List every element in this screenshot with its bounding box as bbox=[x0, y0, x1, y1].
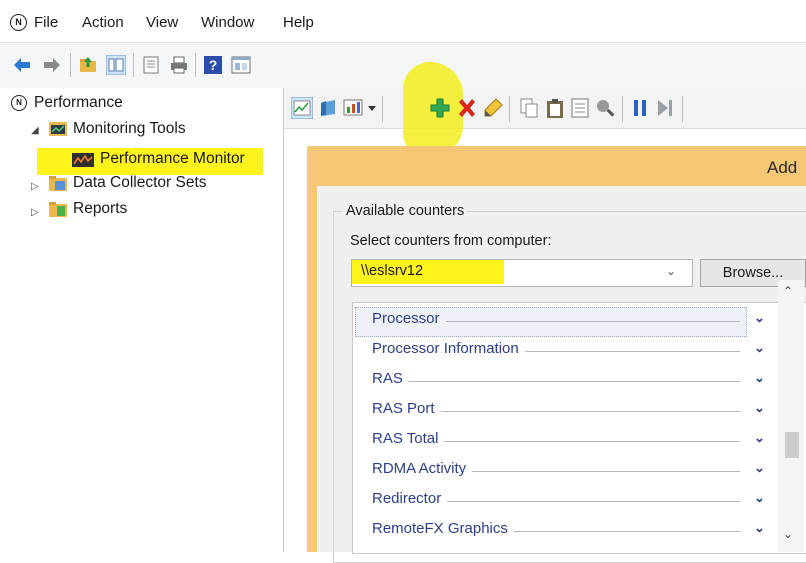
scroll-up-icon[interactable]: ⌃ bbox=[783, 284, 793, 298]
chevron-down-icon[interactable]: ⌄ bbox=[754, 490, 765, 506]
list-item[interactable]: RAS ⌄ bbox=[372, 370, 765, 394]
tree-item-performance-monitor[interactable]: Performance Monitor bbox=[100, 150, 245, 168]
freeze-display-icon[interactable] bbox=[317, 97, 339, 119]
chevron-down-icon[interactable]: ⌄ bbox=[754, 460, 765, 476]
reports-icon bbox=[49, 202, 67, 217]
list-item[interactable]: RemoteFX Graphics ⌄ bbox=[372, 520, 765, 544]
available-counters-label: Available counters bbox=[343, 203, 468, 219]
menu-action[interactable]: Action bbox=[82, 14, 124, 31]
menu-help[interactable]: Help bbox=[283, 14, 314, 31]
chevron-down-icon[interactable]: ⌄ bbox=[754, 430, 765, 446]
counter-name: RAS Total bbox=[372, 430, 445, 447]
menu-bar: N File Action View Window Help bbox=[0, 0, 806, 42]
toolbar-separator bbox=[195, 53, 196, 77]
monitoring-tools-icon bbox=[49, 122, 67, 136]
chevron-down-icon[interactable]: ⌄ bbox=[754, 340, 765, 356]
list-scrollbar[interactable] bbox=[778, 280, 804, 552]
chevron-down-icon[interactable]: ⌄ bbox=[754, 400, 765, 416]
menu-view[interactable]: View bbox=[146, 14, 178, 31]
toolbar-separator bbox=[622, 96, 623, 122]
delete-counter-icon[interactable] bbox=[456, 97, 478, 119]
tree-item-reports[interactable]: Reports bbox=[73, 200, 127, 218]
show-hide-tree-icon[interactable] bbox=[106, 55, 126, 75]
properties-icon[interactable] bbox=[569, 97, 591, 119]
help-icon[interactable]: ? bbox=[203, 55, 223, 75]
dropdown-arrow-icon[interactable] bbox=[366, 97, 378, 119]
computer-name-value[interactable]: \\eslsrv12 bbox=[361, 263, 423, 279]
paste-counter-list-icon[interactable] bbox=[544, 97, 566, 119]
view-graph-icon[interactable] bbox=[291, 97, 313, 119]
list-item[interactable]: RAS Total ⌄ bbox=[372, 430, 765, 454]
collapsed-triangle-icon[interactable]: ▷ bbox=[31, 181, 39, 192]
chevron-down-icon[interactable]: ⌄ bbox=[754, 520, 765, 536]
list-item[interactable]: RAS Port ⌄ bbox=[372, 400, 765, 424]
chevron-down-icon[interactable]: ⌄ bbox=[754, 310, 765, 326]
menu-file[interactable]: File bbox=[34, 14, 58, 31]
toolbar-separator bbox=[70, 53, 71, 77]
list-item[interactable]: Processor ⌄ bbox=[372, 310, 765, 334]
up-folder-icon[interactable] bbox=[78, 55, 98, 75]
chevron-down-icon[interactable]: ⌄ bbox=[754, 370, 765, 386]
properties-icon[interactable] bbox=[141, 55, 161, 75]
counter-name: Processor Information bbox=[372, 340, 525, 357]
performance-root-icon: N bbox=[11, 95, 27, 111]
zoom-icon[interactable] bbox=[594, 97, 616, 119]
update-data-icon[interactable] bbox=[654, 97, 676, 119]
menu-window[interactable]: Window bbox=[201, 14, 254, 31]
print-icon[interactable] bbox=[169, 55, 189, 75]
collapsed-triangle-icon[interactable]: ▷ bbox=[31, 207, 39, 218]
counter-name: Redirector bbox=[372, 490, 448, 507]
counter-name: Processor bbox=[372, 310, 446, 327]
scroll-down-icon[interactable]: ⌄ bbox=[783, 527, 793, 541]
performance-monitor-icon bbox=[72, 153, 94, 167]
toolbar-separator bbox=[509, 96, 510, 122]
copy-properties-icon[interactable] bbox=[518, 97, 540, 119]
list-item[interactable]: RDMA Activity ⌄ bbox=[372, 460, 765, 484]
row-divider bbox=[372, 381, 740, 382]
counter-name: RAS Port bbox=[372, 400, 441, 417]
select-computer-label: Select counters from computer: bbox=[350, 233, 552, 249]
list-item[interactable]: Processor Information ⌄ bbox=[372, 340, 765, 364]
tree-item-data-collector-sets[interactable]: Data Collector Sets bbox=[73, 174, 207, 192]
list-item[interactable]: Redirector ⌄ bbox=[372, 490, 765, 514]
counter-name: RAS bbox=[372, 370, 409, 387]
scrollbar-thumb[interactable] bbox=[785, 432, 799, 458]
add-counter-icon[interactable] bbox=[429, 97, 451, 119]
toolbar-separator bbox=[382, 96, 383, 122]
highlight-icon[interactable] bbox=[482, 97, 504, 119]
forward-arrow-icon[interactable] bbox=[42, 55, 62, 75]
dialog-title: Add bbox=[767, 158, 798, 177]
performance-monitor-toolbar bbox=[284, 62, 806, 155]
chevron-down-icon[interactable]: ⌄ bbox=[666, 264, 676, 278]
counter-name: RDMA Activity bbox=[372, 460, 473, 477]
svg-text:?: ? bbox=[209, 57, 218, 73]
change-graph-type-icon[interactable] bbox=[342, 97, 364, 119]
tree-item-performance[interactable]: Performance bbox=[34, 94, 123, 112]
tree-item-monitoring-tools[interactable]: Monitoring Tools bbox=[73, 120, 186, 138]
expand-triangle-icon[interactable]: ◢ bbox=[31, 125, 39, 136]
mmc-panel-icon[interactable] bbox=[231, 55, 251, 75]
data-collector-sets-icon bbox=[49, 176, 67, 191]
back-arrow-icon[interactable] bbox=[12, 55, 32, 75]
toolbar-separator bbox=[133, 53, 134, 77]
pause-icon[interactable] bbox=[629, 97, 651, 119]
toolbar-separator bbox=[682, 96, 683, 122]
app-logo-icon[interactable]: N bbox=[10, 14, 27, 31]
counter-name: RemoteFX Graphics bbox=[372, 520, 514, 537]
